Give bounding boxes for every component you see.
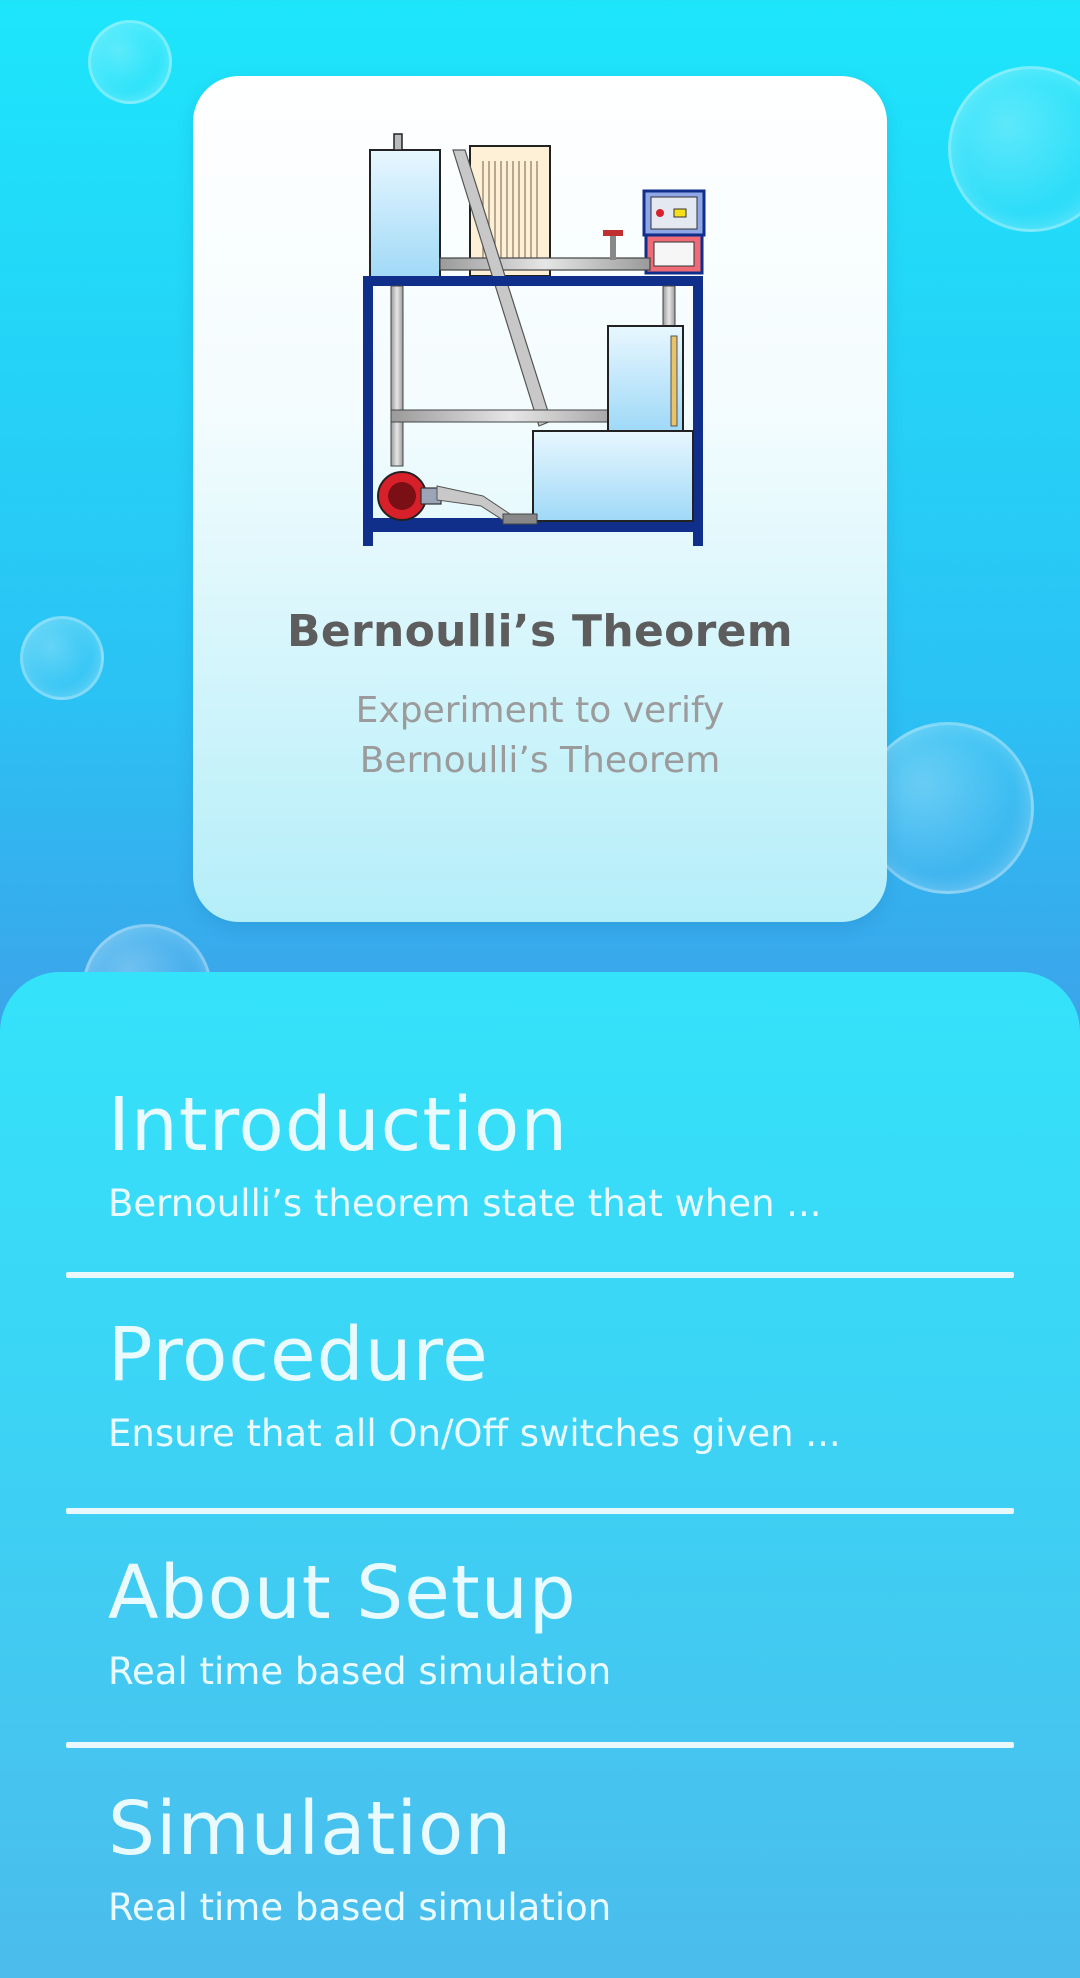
menu-item-description: Bernoulli’s theorem state that when ... [108, 1182, 822, 1225]
bubble-decoration [948, 66, 1080, 232]
divider [66, 1508, 1014, 1514]
bernoulli-apparatus-illustration [363, 133, 706, 546]
menu-item-introduction[interactable]: Introduction Bernoulli’s theorem state t… [0, 1082, 1080, 1262]
bubble-decoration [20, 616, 104, 700]
menu-panel: Introduction Bernoulli’s theorem state t… [0, 972, 1080, 1978]
card-subtitle: Experiment to verify Bernoulli’s Theorem [193, 686, 887, 786]
menu-item-description: Real time based simulation [108, 1650, 612, 1693]
menu-item-simulation[interactable]: Simulation Real time based simulation [0, 1786, 1080, 1966]
bubble-decoration [862, 722, 1034, 894]
menu-item-description: Real time based simulation [108, 1886, 612, 1929]
menu-item-title: About Setup [108, 1550, 577, 1636]
bubble-decoration [88, 20, 172, 104]
experiment-card: Bernoulli’s Theorem Experiment to verify… [193, 76, 887, 922]
menu-item-title: Simulation [108, 1786, 513, 1872]
menu-item-about-setup[interactable]: About Setup Real time based simulation [0, 1550, 1080, 1730]
card-subtitle-line: Bernoulli’s Theorem [359, 740, 721, 781]
menu-item-procedure[interactable]: Procedure Ensure that all On/Off switche… [0, 1312, 1080, 1492]
card-subtitle-line: Experiment to verify [355, 690, 725, 731]
card-title: Bernoulli’s Theorem [287, 606, 793, 657]
menu-item-title: Procedure [108, 1312, 489, 1398]
menu-item-title: Introduction [108, 1082, 569, 1168]
divider [66, 1742, 1014, 1748]
menu-item-description: Ensure that all On/Off switches given ..… [108, 1412, 841, 1455]
divider [66, 1272, 1014, 1278]
